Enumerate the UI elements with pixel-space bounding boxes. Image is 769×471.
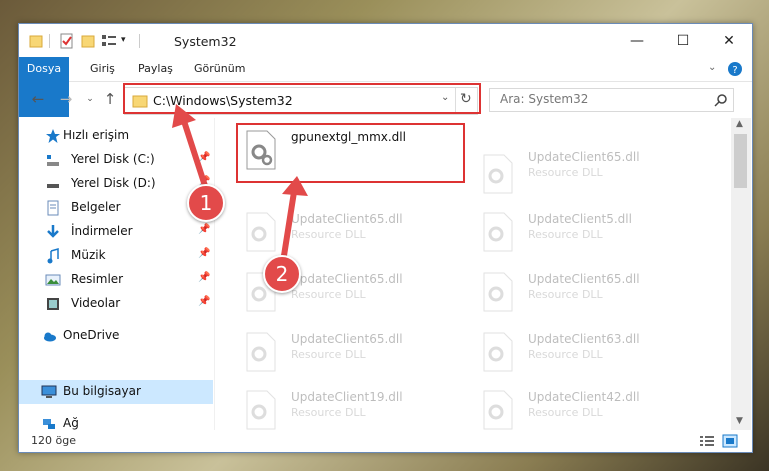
- step-marker-2: 2: [263, 255, 301, 293]
- annotation-arrows: [172, 104, 308, 265]
- step-marker-1: 1: [187, 184, 225, 222]
